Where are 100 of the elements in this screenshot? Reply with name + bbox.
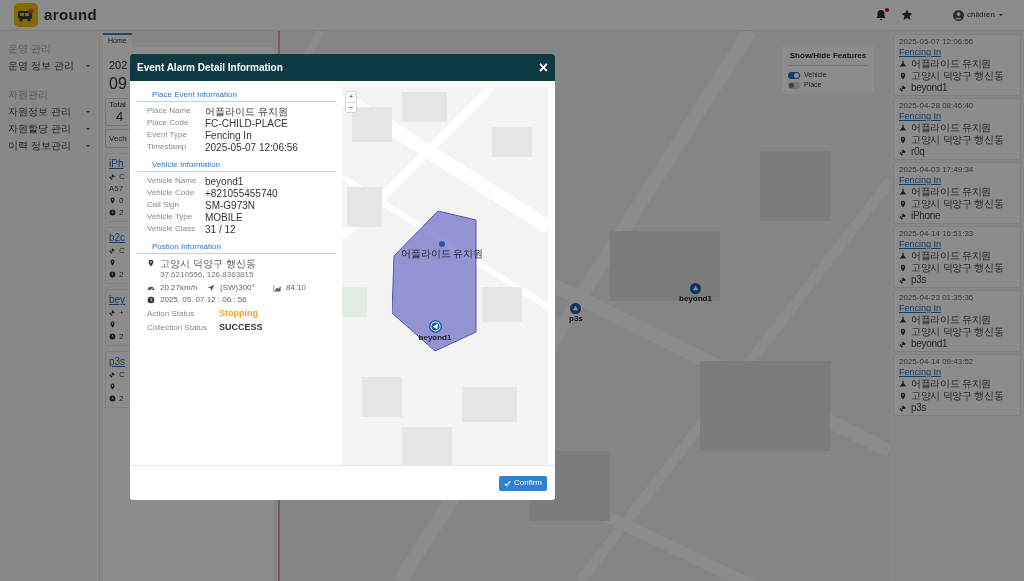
- place-name: 어플라이드 유치원: [911, 58, 992, 70]
- address-text: 고양시 덕양구 행신동: [911, 134, 1004, 146]
- branch-icon: [899, 380, 907, 388]
- total-label: Total: [109, 100, 126, 110]
- star-icon[interactable]: [901, 9, 913, 21]
- event-timestamp: 2025-04-14 16:51:33: [899, 229, 975, 239]
- event-link[interactable]: Fencing In: [899, 303, 1015, 314]
- caret-icon: [85, 62, 91, 69]
- vehicle-name: beyond1: [911, 338, 948, 350]
- vehicle-name: p3s: [911, 274, 927, 286]
- event-link[interactable]: Fencing In: [899, 111, 1015, 122]
- sidebar-item[interactable]: 이력 정보관리: [8, 138, 91, 153]
- clock-icon: [109, 209, 116, 216]
- satellite-icon: [899, 148, 907, 156]
- coordinates-text: 37.6210556, 126.8363815: [160, 269, 254, 280]
- place-name: 어플라이드 유치원: [911, 186, 992, 198]
- section-title: Vehicle Information: [137, 159, 336, 172]
- time-text: 2025. 05. 07 12 : 06 : 56: [160, 294, 247, 306]
- vehicle-detail: 2: [119, 330, 124, 343]
- bell-icon[interactable]: [875, 9, 887, 21]
- vehicle-detail: C: [119, 170, 125, 183]
- user-icon[interactable]: [953, 9, 964, 21]
- event-timestamp: 2025-04-28 08:46:40: [899, 101, 975, 111]
- place-name: 어플라이드 유치원: [911, 250, 992, 262]
- caret-icon: [998, 12, 1004, 18]
- place-name: 어플라이드 유치원: [911, 122, 992, 134]
- pin-icon: [899, 328, 907, 336]
- chart-icon: [273, 284, 281, 292]
- satellite-icon: [899, 212, 907, 220]
- pin-icon: [899, 200, 907, 208]
- user-menu[interactable]: children: [967, 9, 1004, 21]
- vehicle-detail: 2: [119, 206, 124, 219]
- vehicle-link[interactable]: iPh: [109, 157, 124, 170]
- pin-icon: [899, 136, 907, 144]
- clock-icon: [109, 395, 116, 402]
- status-label: Action Status: [147, 308, 196, 320]
- pin-icon: [109, 321, 116, 328]
- address-text: 고양시 덕양구 행신동: [911, 390, 1004, 402]
- address-text: 고양시 덕양구 행신동: [911, 198, 1004, 210]
- vehicle-link[interactable]: p3s: [109, 355, 126, 368]
- branch-icon: [899, 60, 907, 68]
- event-link[interactable]: Fencing In: [899, 175, 1015, 186]
- place-name: 어플라이드 유치원: [911, 314, 992, 326]
- vehicle-name: beyond1: [911, 82, 948, 94]
- event-timestamp: 2025-04-03 17:49:34: [899, 165, 975, 175]
- vehicle-detail: 0: [119, 194, 124, 207]
- satellite-icon: [109, 371, 116, 378]
- sidebar-item[interactable]: 운영 정보 관리: [8, 58, 91, 73]
- event-timestamp: 2025-04-14 09:43:52: [899, 357, 975, 367]
- section-title: Place Event Information: [137, 89, 336, 102]
- field-value: beyond1: [205, 174, 244, 189]
- field-value: FC-CHILD-PLACE: [205, 117, 288, 131]
- field-label: Vehicle Code: [147, 187, 196, 199]
- branch-icon: [899, 188, 907, 196]
- field-value: Fencing In: [205, 128, 252, 143]
- status-value: SUCCESS: [219, 321, 263, 335]
- navigation-arrow-icon: [207, 284, 215, 292]
- heading-text: (SW)300°: [220, 282, 255, 294]
- logo-icon[interactable]: [14, 3, 38, 27]
- status-value: Stopping: [219, 307, 258, 321]
- satellite-icon: [899, 84, 907, 92]
- event-link[interactable]: Fencing In: [899, 367, 1015, 378]
- field-label: Event Type: [147, 129, 188, 141]
- vehicle-link[interactable]: b2c: [109, 231, 126, 244]
- satellite-icon: [109, 173, 116, 180]
- field-label: Vehicle Name: [147, 175, 198, 187]
- event-timestamp: 2025-05-07 12:06:56: [899, 37, 975, 47]
- pin-icon: [109, 197, 116, 204]
- branch-icon: [899, 124, 907, 132]
- event-timestamp: 2025-04-23 01:35:36: [899, 293, 975, 303]
- speed-text: 20.27km/h: [160, 282, 198, 294]
- vehicle-link[interactable]: bey: [109, 293, 126, 306]
- sidebar-item[interactable]: 자원정보 관리: [8, 104, 91, 119]
- pin-icon: [899, 392, 907, 400]
- field-label: Place Name: [147, 105, 192, 117]
- status-label: Collection Status: [147, 322, 209, 334]
- field-label: Vehicle Type: [147, 211, 194, 223]
- event-link[interactable]: Fencing In: [899, 239, 1015, 250]
- field-value: 2025-05-07 12:06:56: [205, 141, 298, 155]
- event-link[interactable]: Fencing In: [899, 47, 1015, 58]
- time-text: 09: [108, 74, 127, 94]
- section-title: Postion Information: [137, 241, 336, 254]
- field-value: +821055455740: [205, 187, 278, 201]
- field-label: Call Sign: [147, 199, 180, 211]
- field-label: Vehicle Class: [147, 223, 197, 235]
- field-value: SM-G973N: [205, 198, 255, 213]
- field-value: 어플라이드 유치원: [205, 104, 288, 119]
- dialog-title: Event Alarm Detail Information: [137, 61, 283, 75]
- satellite-icon: [899, 404, 907, 412]
- field-value: 31 / 12: [205, 222, 236, 237]
- vehicle-detail: +: [119, 306, 124, 319]
- pin-icon: [899, 264, 907, 272]
- sidebar-item[interactable]: 자원할당 관리: [8, 121, 91, 136]
- caret-icon: [85, 125, 91, 132]
- total-count: 4: [115, 110, 124, 124]
- vehicle-name: iPhone: [911, 210, 941, 222]
- address-text: 고양시 덕양구 행신동: [911, 262, 1004, 274]
- branch-icon: [899, 252, 907, 260]
- vehicle-name: p3s: [911, 402, 927, 414]
- caret-icon: [85, 142, 91, 149]
